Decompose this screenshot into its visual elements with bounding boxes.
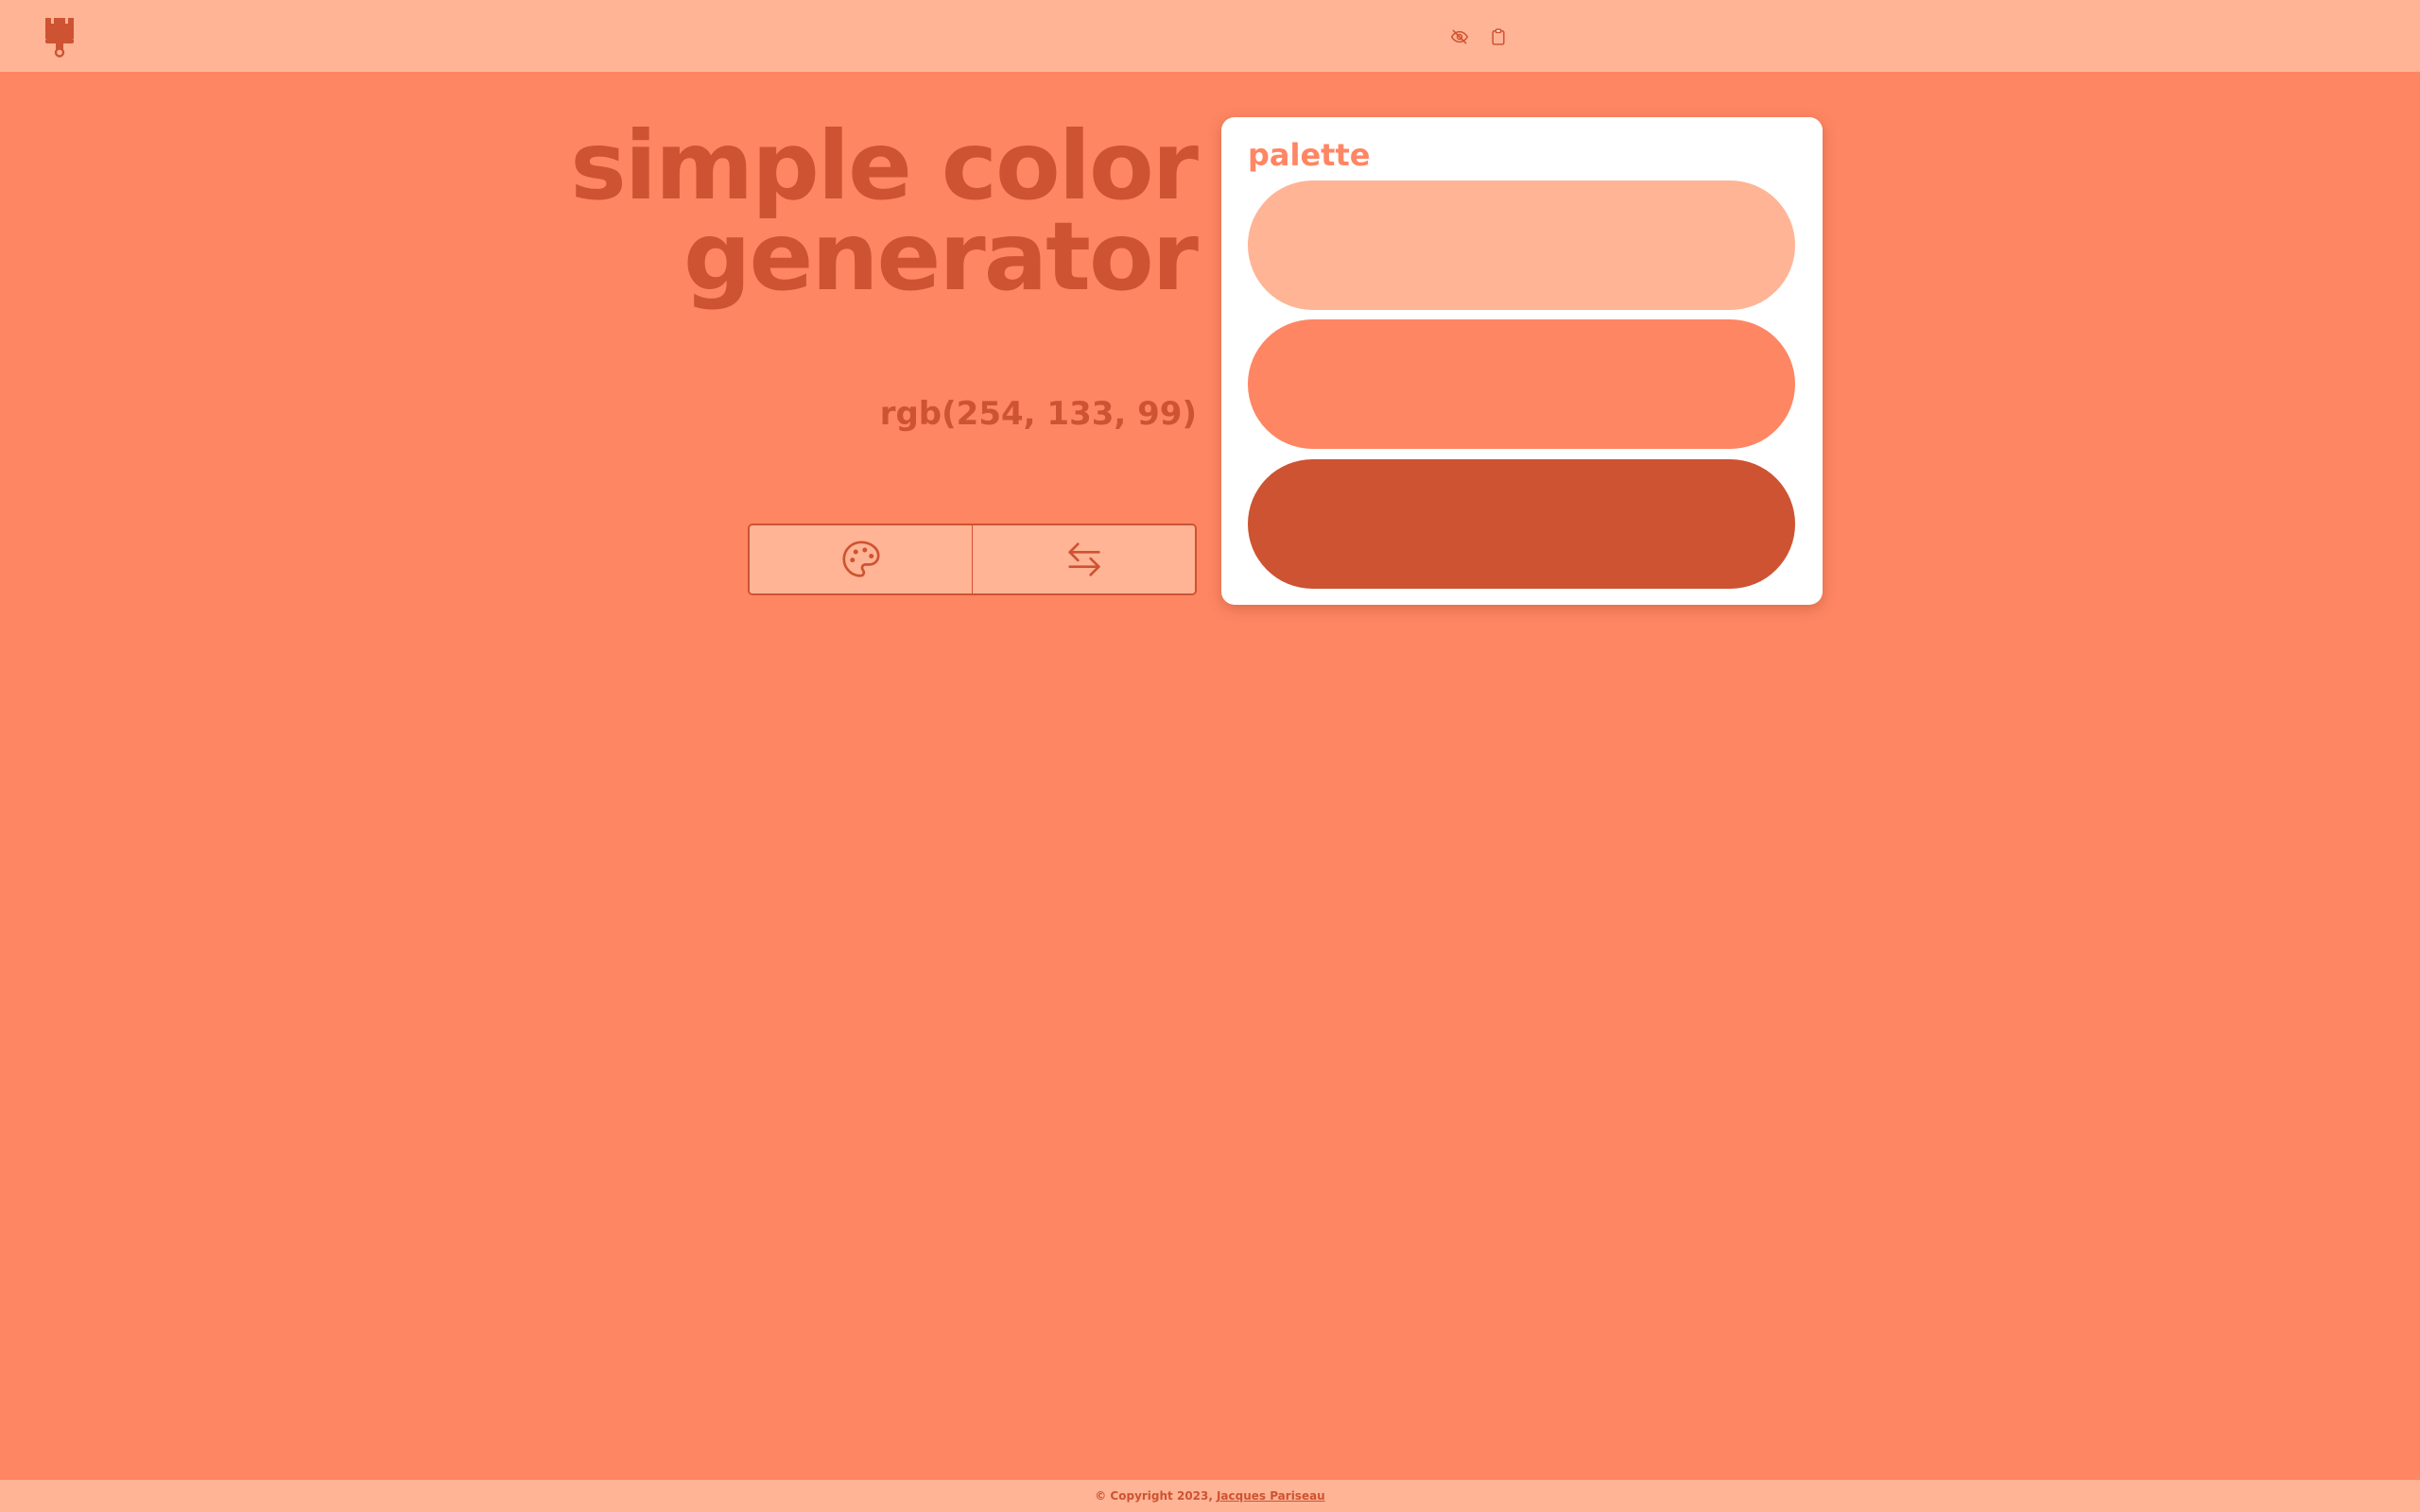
swatch-dark[interactable] bbox=[1248, 459, 1795, 589]
author-link[interactable]: Jacques Pariseau bbox=[1217, 1489, 1325, 1503]
rgb-value-text: rgb(254, 133, 99) bbox=[879, 395, 1197, 433]
palette-title: palette bbox=[1248, 137, 1371, 173]
action-button-group bbox=[748, 524, 1197, 595]
title-line-2: generator bbox=[683, 201, 1199, 312]
generate-palette-button[interactable] bbox=[750, 525, 972, 593]
footer: © Copyright 2023, Jacques Pariseau bbox=[0, 1480, 2420, 1512]
swap-colors-button[interactable] bbox=[972, 525, 1195, 593]
copyright-text: © Copyright 2023, bbox=[1095, 1489, 1213, 1503]
clipboard-icon[interactable] bbox=[1486, 25, 1511, 49]
title-line-1: simple color bbox=[570, 111, 1199, 221]
eye-off-icon[interactable] bbox=[1447, 25, 1472, 49]
swatch-medium[interactable] bbox=[1248, 319, 1795, 449]
swap-arrows-icon bbox=[1067, 542, 1100, 576]
top-bar bbox=[0, 0, 2420, 72]
swatch-light[interactable] bbox=[1248, 180, 1795, 310]
page-title: simple color generator bbox=[570, 111, 1199, 312]
paint-brush-icon[interactable] bbox=[44, 18, 75, 58]
palette-icon bbox=[841, 541, 880, 577]
palette-card: palette bbox=[1221, 117, 1823, 605]
